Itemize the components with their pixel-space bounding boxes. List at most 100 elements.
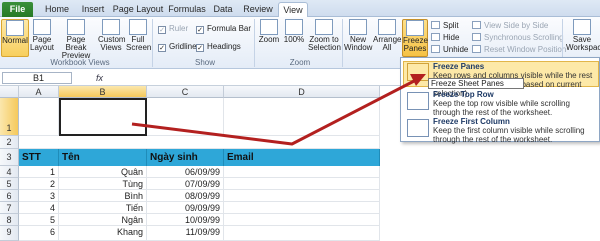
column-header-d[interactable]: D — [224, 86, 380, 98]
arrange-all-icon — [378, 19, 396, 35]
column-header-c[interactable]: C — [147, 86, 224, 98]
email-cell[interactable] — [224, 214, 380, 226]
name-cell[interactable]: Bình — [59, 190, 147, 202]
headings-label: Headings — [207, 42, 241, 51]
reset-window-label: Reset Window Position — [484, 45, 567, 54]
side-by-side-icon — [472, 21, 481, 29]
row-header-7[interactable]: 7 — [0, 202, 19, 214]
freeze-first-column-item[interactable]: Freeze First Column — [433, 117, 510, 126]
table-header-email[interactable]: Email — [224, 149, 380, 166]
email-cell[interactable] — [224, 226, 380, 241]
tab-formulas[interactable]: Formulas — [166, 2, 208, 17]
tab-home[interactable]: Home — [40, 2, 74, 17]
table-header-ngay-sinh[interactable]: Ngày sinh — [147, 149, 224, 166]
stt-cell[interactable]: 6 — [19, 226, 59, 241]
gridlines-checkbox[interactable]: ✓ Gridlines — [158, 41, 201, 52]
row-header-2[interactable]: 2 — [0, 136, 19, 149]
split-button[interactable]: Split — [431, 20, 459, 31]
stt-cell[interactable]: 4 — [19, 202, 59, 214]
dob-cell[interactable]: 08/09/99 — [147, 190, 224, 202]
ruler-label: Ruler — [169, 24, 189, 33]
formula-bar-label: Formula Bar — [207, 24, 252, 33]
cell-b1-selected[interactable] — [59, 98, 147, 136]
row-header-8[interactable]: 8 — [0, 214, 19, 226]
row-2-cells[interactable] — [19, 136, 380, 149]
tab-view[interactable]: View — [278, 2, 308, 18]
dob-cell[interactable]: 06/09/99 — [147, 166, 224, 178]
email-cell[interactable] — [224, 178, 380, 190]
name-box[interactable]: B1 — [2, 72, 72, 84]
name-cell[interactable]: Tùng — [59, 178, 147, 190]
tab-page-layout[interactable]: Page Layout — [112, 2, 164, 17]
normal-view-button[interactable]: Normal — [1, 19, 29, 57]
stt-cell[interactable]: 2 — [19, 178, 59, 190]
row-header-5[interactable]: 5 — [0, 178, 19, 190]
save-workspace-button[interactable]: Save Workspace — [566, 19, 600, 57]
split-label: Split — [443, 21, 459, 30]
table-header-stt[interactable]: STT — [19, 149, 59, 166]
email-cell[interactable] — [224, 190, 380, 202]
full-screen-button[interactable]: Full Screen — [126, 19, 151, 57]
row-header-6[interactable]: 6 — [0, 190, 19, 202]
freeze-panes-menu: Freeze Panes Keep rows and columns visib… — [400, 57, 600, 144]
zoom-selection-icon — [315, 19, 333, 35]
email-cell[interactable] — [224, 202, 380, 214]
tab-file[interactable]: File — [2, 2, 33, 17]
tab-data[interactable]: Data — [210, 2, 236, 17]
stt-cell[interactable]: 3 — [19, 190, 59, 202]
unhide-button[interactable]: Unhide — [431, 44, 468, 55]
name-cell[interactable]: Ngân — [59, 214, 147, 226]
new-window-button[interactable]: New Window — [344, 19, 372, 57]
page-break-label-1: Page Break — [65, 35, 87, 52]
stt-cell[interactable]: 1 — [19, 166, 59, 178]
headings-checkbox[interactable]: ✓ Headings — [196, 41, 241, 52]
cell-d1[interactable] — [224, 98, 380, 136]
row-header-4[interactable]: 4 — [0, 166, 19, 178]
view-side-by-side-button[interactable]: View Side by Side — [472, 20, 548, 31]
stt-cell[interactable]: 5 — [19, 214, 59, 226]
freeze-panes-button[interactable]: Freeze Panes — [402, 19, 428, 57]
name-cell[interactable]: Khang — [59, 226, 147, 241]
dob-cell[interactable]: 07/09/99 — [147, 178, 224, 190]
arrange-all-button[interactable]: Arrange All — [373, 19, 401, 57]
cell-c1[interactable] — [147, 98, 224, 136]
tab-insert[interactable]: Insert — [76, 2, 110, 17]
full-screen-icon — [129, 19, 147, 35]
tab-review[interactable]: Review — [240, 2, 276, 17]
synchronous-scrolling-button[interactable]: Synchronous Scrolling — [472, 32, 564, 43]
column-header-a[interactable]: A — [19, 86, 59, 98]
formula-bar-checkbox[interactable]: ✓ Formula Bar — [196, 23, 251, 34]
cell-a1[interactable] — [19, 98, 59, 136]
table-header-ten[interactable]: Tên — [59, 149, 147, 166]
custom-views-label-2: Views — [100, 43, 122, 52]
freeze-top-row-item[interactable]: Freeze Top Row — [433, 90, 494, 99]
page-break-preview-button[interactable]: Page Break Preview — [56, 19, 96, 60]
select-all-corner[interactable] — [0, 86, 19, 98]
sync-scroll-icon — [472, 33, 481, 41]
email-cell[interactable] — [224, 166, 380, 178]
save-workspace-icon — [573, 19, 591, 35]
zoom-button[interactable]: Zoom — [258, 19, 280, 57]
dob-cell[interactable]: 09/09/99 — [147, 202, 224, 214]
column-header-b[interactable]: B — [59, 86, 147, 98]
zoom-to-selection-button[interactable]: Zoom to Selection — [308, 19, 341, 57]
name-cell[interactable]: Quân — [59, 166, 147, 178]
fx-icon[interactable]: fx — [96, 73, 103, 83]
ruler-checkbox[interactable]: ✓ Ruler — [158, 23, 188, 34]
ribbon-tabs: File Home Insert Page Layout Formulas Da… — [0, 0, 600, 18]
hide-button[interactable]: Hide — [431, 32, 459, 43]
row-header-9[interactable]: 9 — [0, 226, 19, 241]
dob-cell[interactable]: 10/09/99 — [147, 214, 224, 226]
row-header-1[interactable]: 1 — [0, 98, 19, 136]
dob-cell[interactable]: 11/09/99 — [147, 226, 224, 241]
zoom-100-button[interactable]: 100% — [282, 19, 306, 57]
page-layout-button[interactable]: Page Layout — [30, 19, 54, 57]
split-icon — [431, 21, 440, 29]
freeze-panes-icon — [406, 20, 424, 36]
name-cell[interactable]: Tiến — [59, 202, 147, 214]
hide-label: Hide — [443, 33, 460, 42]
page-layout-icon — [33, 19, 51, 35]
custom-views-button[interactable]: Custom Views — [98, 19, 126, 57]
reset-window-position-button[interactable]: Reset Window Position — [472, 44, 566, 55]
row-header-3[interactable]: 3 — [0, 149, 19, 166]
